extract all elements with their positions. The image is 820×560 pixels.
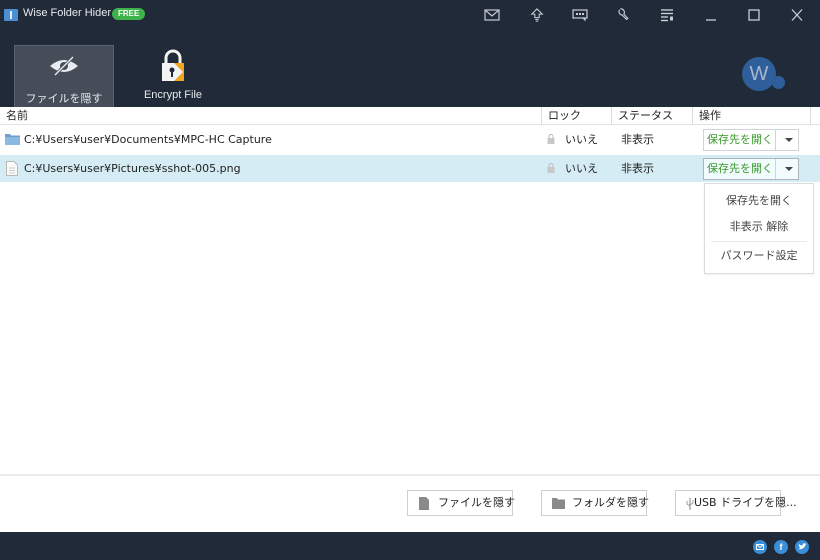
feedback-icon[interactable] <box>570 6 590 24</box>
hide-file-button[interactable]: ファイルを隠す <box>407 490 515 516</box>
menu-item-unhide[interactable]: 非表示 解除 <box>705 218 813 234</box>
tab-hide-file[interactable]: ファイルを隠す <box>14 45 114 107</box>
tab-label: Encrypt File <box>143 89 203 101</box>
mail-icon[interactable] <box>482 6 502 24</box>
upgrade-icon[interactable] <box>527 6 547 24</box>
menu-item-open-location[interactable]: 保存先を開く <box>705 192 813 208</box>
column-header-lock[interactable]: ロック <box>542 107 612 125</box>
hide-file-label: ファイルを隠す <box>438 496 515 509</box>
app-logo-icon <box>4 9 18 21</box>
tab-label: ファイルを隠す <box>25 93 103 105</box>
settings-wrench-icon[interactable] <box>613 6 633 24</box>
row-lock: いいえ <box>565 162 598 175</box>
table-header: 名前 ロック ステータス 操作 <box>0 107 820 125</box>
lock-icon <box>547 134 555 144</box>
email-icon[interactable] <box>753 540 767 554</box>
table-row[interactable]: C:¥Users¥user¥Pictures¥sshot-005.png いいえ… <box>0 155 820 182</box>
hide-folder-label: フォルダを隠す <box>572 496 649 509</box>
open-location-button[interactable]: 保存先を開く <box>703 129 799 151</box>
row-status: 非表示 <box>621 162 654 175</box>
row-name: C:¥Users¥user¥Pictures¥sshot-005.png <box>24 162 241 175</box>
file-icon <box>6 161 18 179</box>
table-row[interactable]: C:¥Users¥user¥Documents¥MPC-HC Capture い… <box>0 126 820 153</box>
hide-usb-button[interactable]: USB ドライブを隠... <box>675 490 797 516</box>
facebook-icon[interactable]: f <box>774 540 788 554</box>
padlock-icon <box>160 49 186 86</box>
app-title: Wise Folder Hider <box>23 7 112 19</box>
close-icon[interactable] <box>787 6 807 24</box>
twitter-icon[interactable] <box>795 540 809 554</box>
file-icon <box>419 497 429 513</box>
footer-bar <box>0 532 820 560</box>
menu-icon[interactable] <box>657 6 677 24</box>
column-header-name[interactable]: 名前 <box>0 107 542 125</box>
row-lock: いいえ <box>565 133 598 146</box>
menu-divider <box>711 241 807 242</box>
minimize-icon[interactable] <box>701 6 721 24</box>
tab-encrypt-file[interactable]: Encrypt File <box>123 45 223 107</box>
title-bar: Wise Folder Hider FREE ファイルを隠す Encrypt F… <box>0 0 820 107</box>
maximize-icon[interactable] <box>744 6 764 24</box>
row-status: 非表示 <box>621 133 654 146</box>
open-location-button[interactable]: 保存先を開く <box>703 158 799 180</box>
chevron-down-icon[interactable] <box>785 167 793 171</box>
avatar[interactable]: W <box>742 57 785 91</box>
folder-icon <box>552 498 565 512</box>
open-location-label: 保存先を開く <box>707 162 773 175</box>
row-name: C:¥Users¥user¥Documents¥MPC-HC Capture <box>24 133 272 146</box>
bottom-divider <box>0 474 820 476</box>
open-location-label: 保存先を開く <box>707 133 773 146</box>
hide-folder-button[interactable]: フォルダを隠す <box>541 490 649 516</box>
lock-icon <box>547 163 555 173</box>
column-header-status[interactable]: ステータス <box>612 107 693 125</box>
chevron-down-icon[interactable] <box>785 138 793 142</box>
menu-item-set-password[interactable]: パスワード設定 <box>705 247 813 263</box>
free-badge: FREE <box>112 8 146 20</box>
column-header-action[interactable]: 操作 <box>693 107 811 125</box>
hidden-eye-icon <box>48 54 80 81</box>
hide-usb-label: USB ドライブを隠... <box>694 496 797 509</box>
folder-icon <box>5 133 20 148</box>
action-dropdown-menu: 保存先を開く 非表示 解除 パスワード設定 <box>704 183 814 274</box>
